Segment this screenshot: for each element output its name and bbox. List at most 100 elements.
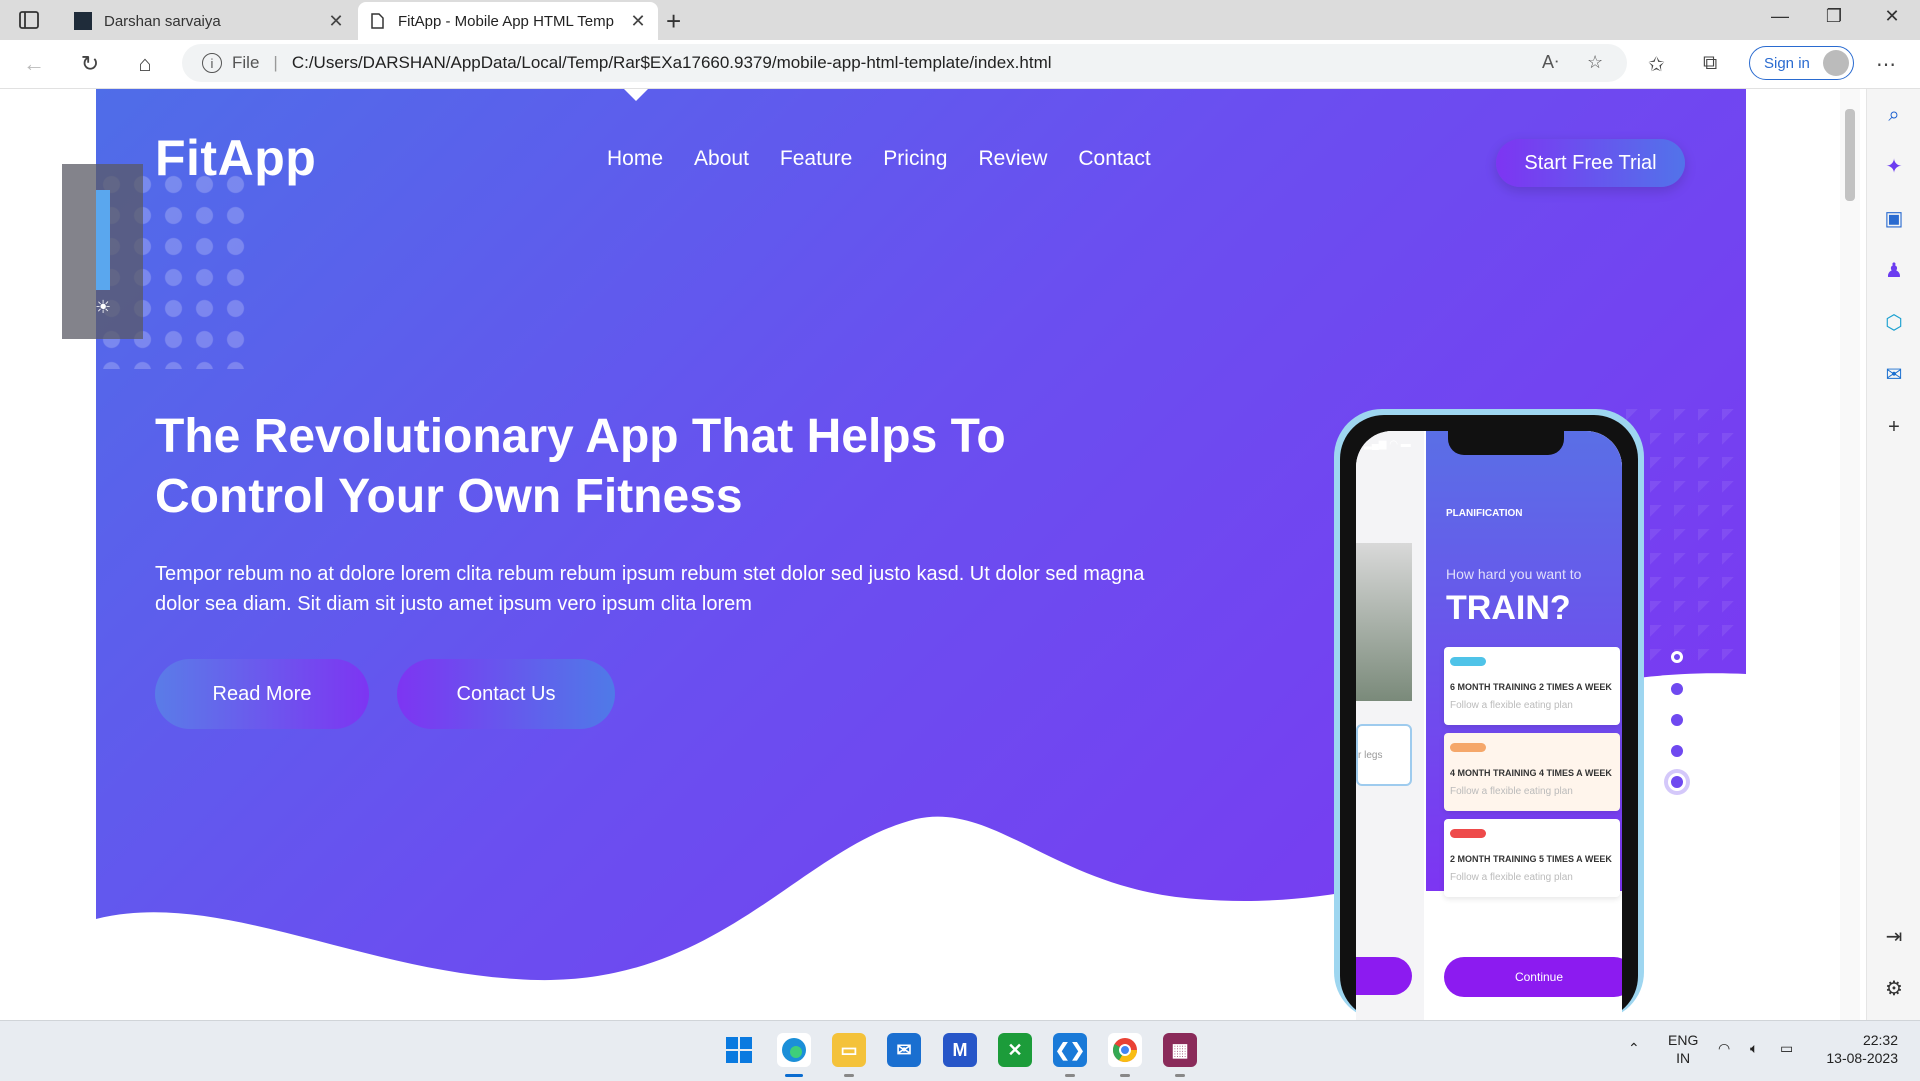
- pager-dot-2[interactable]: [1668, 680, 1686, 698]
- hero-section: FitApp Home About Feature Pricing Review…: [96, 89, 1746, 1020]
- phone-mockup: ▂▄▆ ◠ ▬ r legs PLANIFICATION How hard yo…: [1334, 409, 1644, 1020]
- option-card-medium: 4 MONTH TRAINING 4 TIMES A WEEK Follow a…: [1444, 733, 1620, 811]
- active-indicator: [785, 1074, 803, 1077]
- sign-in-button[interactable]: Sign in: [1749, 46, 1854, 80]
- tab-bar: Darshan sarvaiya ✕ FitApp - Mobile App H…: [0, 0, 1920, 40]
- windows-taskbar: ▭ ✉ M ✕ ❮❯ ▦ ⌃ ENG IN ◠ 🔈︎ ▭ 22:32 13-08…: [0, 1020, 1920, 1081]
- running-indicator: [844, 1074, 854, 1077]
- home-icon[interactable]: ⌂: [131, 50, 159, 78]
- file-explorer-icon[interactable]: ▭: [832, 1033, 866, 1077]
- edge-sidebar: ⌕ ✦ ▣ ♟ ⬡ ✉ + ⇥ ⚙: [1866, 89, 1920, 1020]
- divider: |: [273, 53, 278, 72]
- left-card-text: r legs: [1358, 750, 1383, 761]
- option-sub: Follow a flexible eating plan: [1450, 786, 1573, 797]
- settings-icon[interactable]: ⚙: [1882, 977, 1906, 1001]
- scrollbar-thumb[interactable]: [1845, 109, 1855, 201]
- shopping-icon[interactable]: ▣: [1882, 207, 1906, 231]
- phone-notch: [1448, 431, 1564, 455]
- chrome-icon[interactable]: [1108, 1033, 1142, 1077]
- clock[interactable]: 22:32 13-08-2023: [1818, 1031, 1898, 1067]
- tab-title: FitApp - Mobile App HTML Temp: [398, 12, 614, 30]
- time: 22:32: [1862, 1032, 1898, 1048]
- tray-overflow-icon[interactable]: ⌃: [1628, 1039, 1640, 1057]
- tab-actions-icon[interactable]: [18, 9, 40, 31]
- option-title: 6 MONTH TRAINING 2 TIMES A WEEK: [1450, 682, 1612, 692]
- wifi-icon[interactable]: ◠: [1718, 1039, 1730, 1057]
- mail-icon[interactable]: ✉: [887, 1033, 921, 1067]
- pager-dot-1[interactable]: [1671, 651, 1683, 663]
- left-card: r legs: [1356, 724, 1412, 786]
- add-sidebar-app-icon[interactable]: +: [1882, 415, 1906, 439]
- sign-in-label: Sign in: [1764, 54, 1810, 72]
- tag-intense: [1450, 829, 1486, 838]
- option-card-intense: 2 MONTH TRAINING 5 TIMES A WEEK Follow a…: [1444, 819, 1620, 897]
- tab-fitapp[interactable]: FitApp - Mobile App HTML Temp ✕: [358, 2, 658, 40]
- volume-icon[interactable]: 🔈︎: [1750, 1039, 1758, 1057]
- running-indicator: [1175, 1074, 1185, 1077]
- left-pill-button: [1356, 957, 1412, 995]
- restore-icon[interactable]: ❐: [1814, 6, 1854, 27]
- refresh-icon[interactable]: ↻: [76, 50, 104, 78]
- back-icon[interactable]: ←: [20, 50, 48, 78]
- read-aloud-icon[interactable]: Aᐧ: [1542, 52, 1559, 73]
- tab-title: Darshan sarvaiya: [104, 12, 221, 30]
- lang-line1: ENG: [1668, 1032, 1699, 1048]
- editor-app-icon[interactable]: M: [943, 1033, 977, 1067]
- search-icon[interactable]: ⌕: [1882, 103, 1906, 127]
- close-window-icon[interactable]: ✕: [1872, 6, 1912, 27]
- battery-icon[interactable]: ▭: [1780, 1039, 1793, 1057]
- train-heading: TRAIN?: [1446, 589, 1571, 627]
- running-indicator: [1120, 1074, 1130, 1077]
- option-title: 4 MONTH TRAINING 4 TIMES A WEEK: [1450, 768, 1612, 778]
- close-tab-icon[interactable]: ✕: [326, 11, 346, 32]
- office-icon[interactable]: ⬡: [1882, 311, 1906, 335]
- option-card-easy: 6 MONTH TRAINING 2 TIMES A WEEK Follow a…: [1444, 647, 1620, 725]
- info-icon[interactable]: i: [202, 53, 222, 73]
- option-title: 2 MONTH TRAINING 5 TIMES A WEEK: [1450, 854, 1612, 864]
- xbox-icon[interactable]: ✕: [998, 1033, 1032, 1067]
- brightness-icon[interactable]: ☀: [95, 297, 111, 318]
- running-indicator: [1065, 1074, 1075, 1077]
- collections-icon[interactable]: ⧉: [1703, 52, 1717, 75]
- pager-dot-4[interactable]: [1668, 742, 1686, 760]
- address-field[interactable]: i File | C:/Users/DARSHAN/AppData/Local/…: [182, 44, 1627, 82]
- tab-favicon-icon: [74, 12, 92, 30]
- phone-frame: ▂▄▆ ◠ ▬ r legs PLANIFICATION How hard yo…: [1340, 415, 1638, 1020]
- close-tab-icon[interactable]: ✕: [628, 11, 648, 32]
- start-icon[interactable]: [722, 1033, 756, 1067]
- continue-button: Continue: [1444, 957, 1622, 997]
- pager-dot-3[interactable]: [1668, 711, 1686, 729]
- overlay-widget[interactable]: ☀: [62, 164, 143, 339]
- url-text[interactable]: C:/Users/DARSHAN/AppData/Local/Temp/Rar$…: [292, 53, 1052, 73]
- tab-darshan[interactable]: Darshan sarvaiya ✕: [64, 2, 356, 40]
- winrar-icon[interactable]: ▦: [1163, 1033, 1197, 1077]
- more-icon[interactable]: ⋯: [1876, 52, 1896, 77]
- address-bar-row: ← ↻ ⌂ i File | C:/Users/DARSHAN/AppData/…: [0, 40, 1920, 89]
- tag-easy: [1450, 657, 1486, 666]
- pager-dot-5-active[interactable]: [1668, 773, 1686, 791]
- edge-icon[interactable]: [777, 1033, 811, 1077]
- question-label: How hard you want to: [1446, 566, 1582, 582]
- hide-sidebar-icon[interactable]: ⇥: [1882, 925, 1906, 949]
- page-viewport: FitApp Home About Feature Pricing Review…: [0, 89, 1880, 1020]
- outlook-icon[interactable]: ✉: [1882, 363, 1906, 387]
- games-icon[interactable]: ♟: [1882, 259, 1906, 283]
- option-sub: Follow a flexible eating plan: [1450, 700, 1573, 711]
- vscode-icon[interactable]: ❮❯: [1053, 1033, 1087, 1077]
- workout-photo: [1356, 543, 1412, 701]
- tag-medium: [1450, 743, 1486, 752]
- scheme-label: File: [232, 53, 260, 72]
- copilot-icon[interactable]: ✦: [1882, 155, 1906, 179]
- new-tab-icon[interactable]: +: [666, 6, 681, 37]
- previous-screen: r legs: [1356, 431, 1424, 1020]
- minimize-icon[interactable]: —: [1760, 6, 1800, 27]
- page-icon: [371, 13, 384, 29]
- lang-line2: IN: [1676, 1050, 1691, 1066]
- overlay-bar: [96, 190, 110, 290]
- avatar: [1823, 50, 1849, 76]
- favorites-icon[interactable]: ✩: [1648, 52, 1665, 77]
- option-sub: Follow a flexible eating plan: [1450, 872, 1573, 883]
- page-scrollbar[interactable]: [1840, 89, 1860, 1020]
- add-favorite-icon[interactable]: ☆: [1587, 52, 1603, 73]
- language-indicator[interactable]: ENG IN: [1668, 1031, 1698, 1067]
